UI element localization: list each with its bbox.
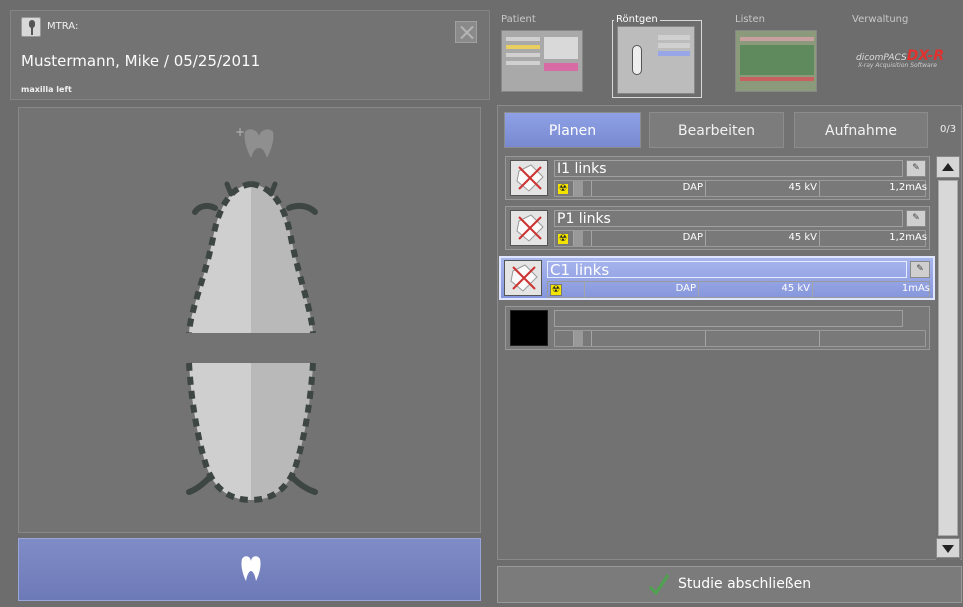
mas-value: 1,2mAs xyxy=(889,232,927,243)
exposure-label: P1 links xyxy=(554,210,903,227)
tab-bearbeiten[interactable]: Bearbeiten xyxy=(649,112,784,148)
tab-planen[interactable]: Planen xyxy=(504,112,641,148)
user-icon[interactable] xyxy=(21,17,41,37)
finish-study-button[interactable]: Studie abschließen xyxy=(497,566,962,603)
mas-value: 1mAs xyxy=(901,283,930,294)
patient-header: MTRA: Mustermann, Mike / 05/25/2011 maxi… xyxy=(10,10,490,100)
nav-patient[interactable]: Patient xyxy=(499,14,609,98)
exposure-row[interactable]: I1 links ✎ ☢ DAP 45 kV 1,2mAs xyxy=(505,156,930,200)
kv-value: 45 kV xyxy=(788,182,817,193)
nav-roentgen[interactable]: Röntgen xyxy=(612,14,722,98)
dental-arch-diagram: + xyxy=(186,125,318,503)
radiation-icon: ☢ xyxy=(550,284,562,296)
tooth-icon xyxy=(241,556,261,581)
exposure-label: C1 links xyxy=(547,261,907,278)
nav-roentgen-label: Röntgen xyxy=(614,14,660,25)
region-label: maxilla left xyxy=(21,85,72,94)
lower-arch xyxy=(186,362,318,503)
exposure-params: ☢ DAP 45 kV 1mAs xyxy=(547,281,930,298)
exposure-params: ☢ DAP 45 kV 1,2mAs xyxy=(554,230,927,247)
empty-image-placeholder xyxy=(510,310,548,346)
tooth-viewer[interactable]: + xyxy=(18,107,481,533)
scroll-down-icon[interactable] xyxy=(936,538,960,558)
exposure-row[interactable]: P1 links ✎ ☢ DAP 45 kV 1,2mAs xyxy=(505,206,930,250)
upper-arch xyxy=(186,181,318,334)
edit-icon[interactable]: ✎ xyxy=(906,210,926,227)
nav-roentgen-thumbnail xyxy=(617,26,695,94)
scroll-track[interactable] xyxy=(938,180,958,536)
exposure-row-selected[interactable]: C1 links ✎ ☢ DAP 45 kV 1mAs xyxy=(499,256,935,300)
radiation-icon: ☢ xyxy=(557,183,569,195)
dap-value: DAP xyxy=(682,232,703,243)
exposure-params: ☢ DAP 45 kV 1,2mAs xyxy=(554,180,927,197)
nav-verwaltung[interactable]: Verwaltung xyxy=(852,14,908,25)
selected-tooth-bar[interactable] xyxy=(18,538,481,601)
exposure-panel: Planen Bearbeiten Aufnahme 0/3 I1 links … xyxy=(497,105,962,560)
finish-study-label: Studie abschließen xyxy=(678,576,812,592)
add-tooth-icon: + xyxy=(235,125,274,158)
checkmark-icon xyxy=(648,574,670,596)
dap-value: DAP xyxy=(675,283,696,294)
tab-aufnahme[interactable]: Aufnahme xyxy=(794,112,928,148)
radiation-icon: ☢ xyxy=(557,233,569,245)
nav-listen-thumbnail xyxy=(735,30,817,92)
exposure-label-empty xyxy=(554,310,903,327)
app-window: MTRA: Mustermann, Mike / 05/25/2011 maxi… xyxy=(0,0,963,607)
exposure-counter: 0/3 xyxy=(940,124,957,135)
kv-value: 45 kV xyxy=(781,283,810,294)
nav-patient-label: Patient xyxy=(501,14,536,25)
no-image-icon xyxy=(510,160,548,196)
edit-icon[interactable]: ✎ xyxy=(910,261,930,278)
brand-tagline: X-ray Acquisition Software xyxy=(858,62,937,69)
no-image-icon xyxy=(504,260,542,296)
exposure-label: I1 links xyxy=(554,160,903,177)
scroll-up-icon[interactable] xyxy=(936,156,960,178)
close-icon[interactable] xyxy=(455,21,477,43)
exposure-row-empty[interactable] xyxy=(505,306,930,350)
nav-listen-label: Listen xyxy=(735,14,765,25)
brand-logo: dicomPACSDX-R X-ray Acquisition Software xyxy=(856,48,956,72)
dap-value: DAP xyxy=(682,182,703,193)
mas-value: 1,2mAs xyxy=(889,182,927,193)
nav-patient-thumbnail xyxy=(501,30,583,92)
kv-value: 45 kV xyxy=(788,232,817,243)
nav-listen[interactable]: Listen xyxy=(733,14,843,98)
list-scrollbar[interactable] xyxy=(936,156,960,560)
edit-icon[interactable]: ✎ xyxy=(906,160,926,177)
exposure-params-empty xyxy=(554,330,926,347)
no-image-icon xyxy=(510,210,548,246)
svg-text:+: + xyxy=(235,125,245,139)
patient-info: Mustermann, Mike / 05/25/2011 xyxy=(21,52,261,70)
user-label: MTRA: xyxy=(47,21,79,32)
